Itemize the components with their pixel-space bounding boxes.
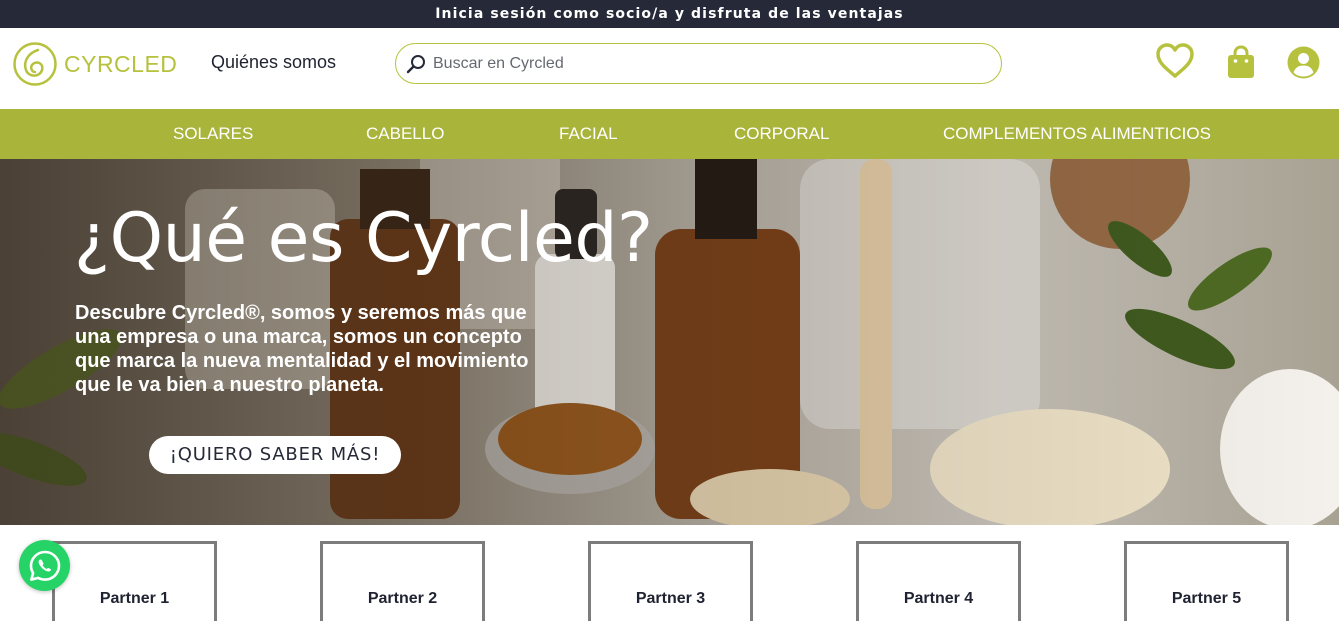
partners-row: Partner 1 Partner 2 Partner 3 Partner 4 … <box>0 525 1339 621</box>
announcement-bar[interactable]: Inicia sesión como socio/a y disfruta de… <box>0 0 1339 28</box>
search-icon <box>406 54 425 73</box>
nav-item-facial[interactable]: FACIAL <box>559 109 618 159</box>
partner-label: Partner 2 <box>367 590 438 607</box>
logo-text: CYRCLED <box>64 50 178 77</box>
category-nav: SOLARES CABELLO FACIAL CORPORAL COMPLEME… <box>0 109 1339 159</box>
hero-description: Descubre Cyrcled®, somos y seremos más q… <box>75 302 529 396</box>
search-input[interactable] <box>433 44 1001 83</box>
whatsapp-button[interactable] <box>19 540 70 591</box>
nav-item-solares[interactable]: SOLARES <box>173 109 253 159</box>
site-header: CYRCLED Quiénes somos <box>0 28 1339 109</box>
logo[interactable]: CYRCLED <box>12 40 177 88</box>
nav-item-corporal[interactable]: CORPORAL <box>734 109 829 159</box>
hero-title: ¿Qué es Cyrcled? <box>74 199 653 278</box>
partner-card-3[interactable]: Partner 3 <box>588 541 753 621</box>
nav-item-cabello[interactable]: CABELLO <box>366 109 444 159</box>
partner-card-2[interactable]: Partner 2 <box>320 541 485 621</box>
partner-label: Partner 3 <box>635 590 706 607</box>
partner-label: Partner 5 <box>1171 590 1242 607</box>
user-account-icon[interactable] <box>1287 46 1320 79</box>
about-link[interactable]: Quiénes somos <box>211 52 336 73</box>
nav-item-complementos[interactable]: COMPLEMENTOS ALIMENTICIOS <box>943 109 1211 159</box>
whatsapp-icon <box>29 550 60 581</box>
logo-icon <box>13 42 57 86</box>
partner-label: Partner 4 <box>903 590 974 607</box>
partner-card-5[interactable]: Partner 5 <box>1124 541 1289 621</box>
partner-label: Partner 1 <box>99 590 170 607</box>
shopping-bag-icon[interactable] <box>1227 45 1255 79</box>
hero-banner: ¿Qué es Cyrcled? Descubre Cyrcled®, somo… <box>0 159 1339 525</box>
learn-more-button[interactable]: ¡QUIERO SABER MÁS! <box>149 436 401 474</box>
partner-card-1[interactable]: Partner 1 <box>52 541 217 621</box>
search-bar[interactable] <box>395 43 1002 84</box>
partner-card-4[interactable]: Partner 4 <box>856 541 1021 621</box>
heart-icon[interactable] <box>1155 43 1195 79</box>
